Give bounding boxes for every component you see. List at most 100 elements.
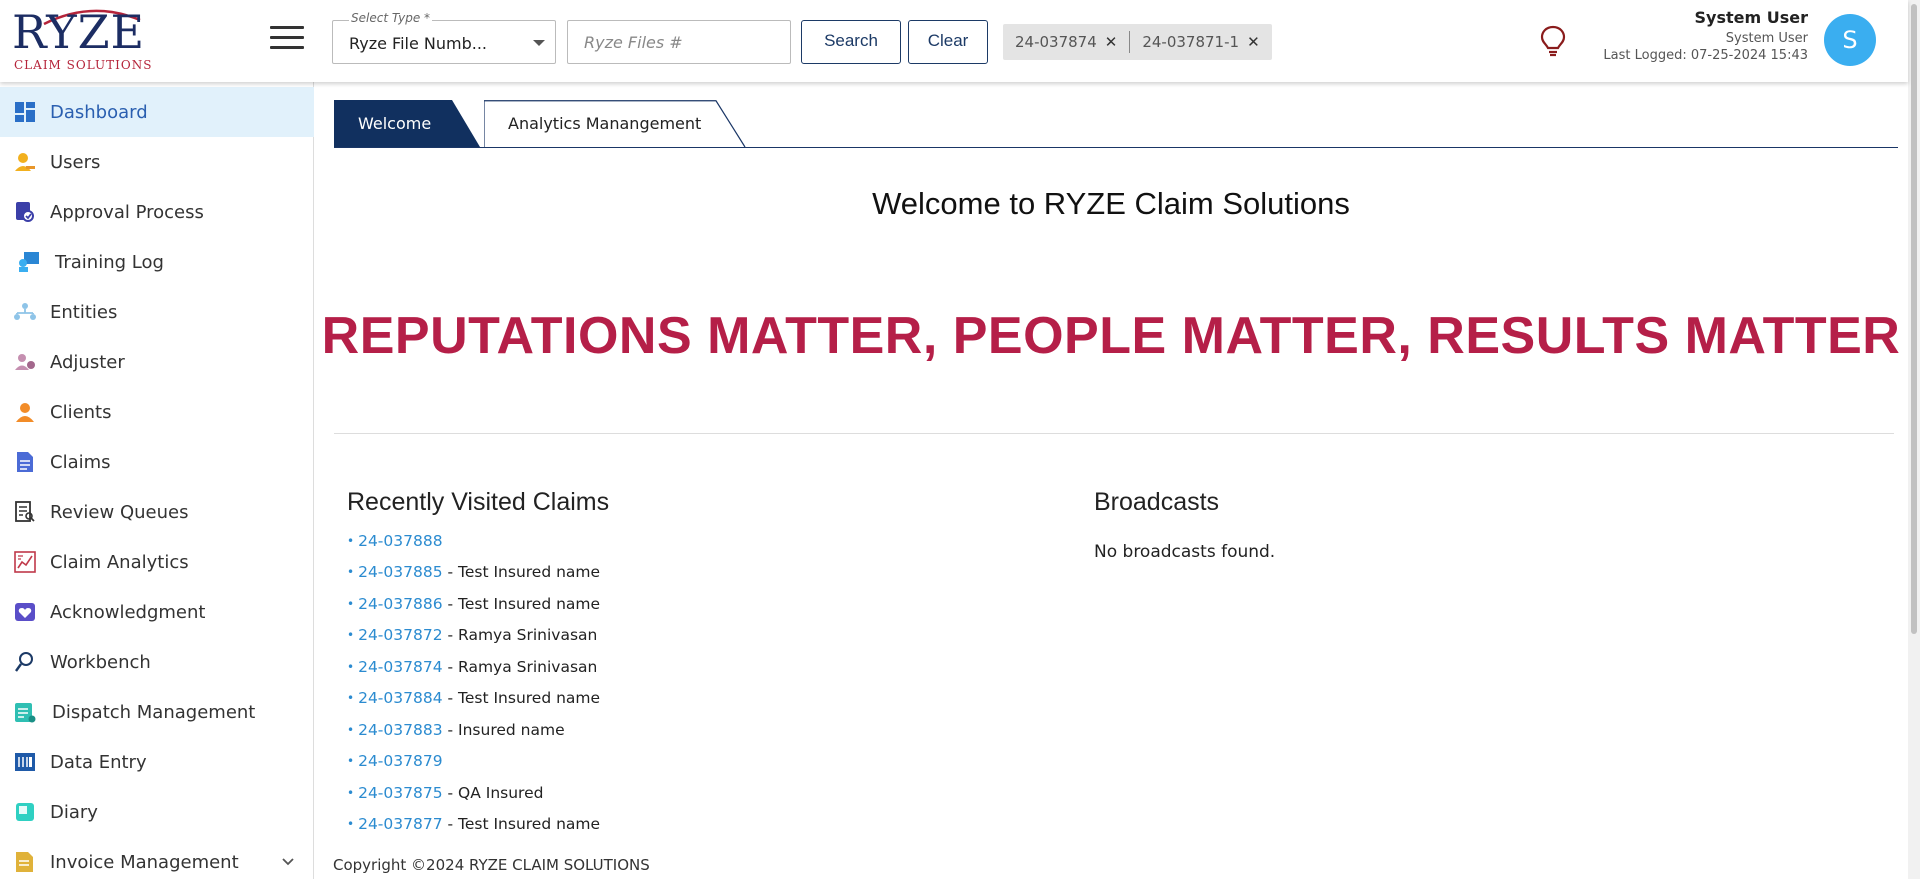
clients-icon (14, 401, 36, 423)
sidebar-item-workbench[interactable]: Workbench (0, 637, 314, 687)
claim-link[interactable]: 24-037885 (358, 563, 443, 581)
list-item: • 24-037875 - QA Insured (347, 783, 544, 802)
sidebar-item-claims[interactable]: Claims (0, 437, 314, 487)
section-divider (334, 433, 1894, 434)
insured-name: Ramya Srinivasan (458, 626, 598, 645)
claim-link[interactable]: 24-037884 (358, 689, 443, 707)
sidebar-item-label: Review Queues (50, 501, 189, 523)
broadcasts-empty-text: No broadcasts found. (1094, 542, 1276, 562)
page-title: Welcome to RYZE Claim Solutions (872, 186, 1350, 221)
sidebar-item-label: Clients (50, 401, 112, 423)
file-chip: 24-037874 ✕ (1015, 33, 1117, 51)
sidebar-item-label: Diary (50, 801, 98, 823)
ryze-logo[interactable]: RYZE CLAIM SOLUTIONS (12, 5, 151, 74)
sidebar-item-label: Approval Process (50, 201, 204, 223)
sidebar-item-label: Acknowledgment (50, 601, 206, 623)
data-entry-icon (14, 751, 36, 773)
claim-link[interactable]: 24-037879 (358, 752, 443, 770)
sidebar-item-label: Dispatch Management (52, 701, 256, 723)
claim-link[interactable]: 24-037886 (358, 595, 443, 613)
invoice-icon (14, 851, 36, 873)
menu-toggle-icon[interactable] (270, 26, 304, 52)
claim-link[interactable]: 24-037877 (358, 815, 443, 833)
analytics-icon (14, 551, 36, 573)
file-chip-label: 24-037874 (1015, 33, 1097, 51)
sidebar-item-clients[interactable]: Clients (0, 387, 314, 437)
logo-main-text: RYZE (12, 5, 146, 59)
sidebar-item-claim-analytics[interactable]: Claim Analytics (0, 537, 314, 587)
sidebar-item-dispatch-management[interactable]: Dispatch Management (0, 687, 314, 737)
top-header: RYZE CLAIM SOLUTIONS Select Type * Ryze … (0, 0, 1908, 82)
user-info: System User System User Last Logged: 07-… (1603, 8, 1808, 63)
search-button[interactable]: Search (801, 20, 901, 64)
sidebar-item-training-log[interactable]: Training Log (0, 237, 314, 287)
file-chip: 24-037871-1 ✕ (1142, 33, 1259, 51)
broadcasts-heading: Broadcasts (1094, 488, 1220, 516)
scrollbar-thumb[interactable] (1911, 4, 1917, 634)
list-item: • 24-037884 - Test Insured name (347, 689, 601, 708)
page-scrollbar[interactable] (1908, 0, 1920, 879)
sidebar-item-review-queues[interactable]: Review Queues (0, 487, 314, 537)
claim-link[interactable]: 24-037872 (358, 626, 443, 644)
claim-link[interactable]: 24-037875 (358, 784, 443, 802)
claim-link[interactable]: 24-037888 (358, 532, 443, 550)
sidebar-item-dashboard[interactable]: Dashboard (0, 87, 314, 137)
dashboard-icon (14, 101, 36, 123)
sidebar-item-label: Users (50, 151, 101, 173)
recent-claims-list: • 24-037888 • 24-037885 - Test Insured nam… (347, 525, 600, 840)
sidebar-item-adjuster[interactable]: Adjuster (0, 337, 314, 387)
review-icon (14, 501, 36, 523)
sidebar-item-diary[interactable]: Diary (0, 787, 314, 837)
caret-down-icon (533, 40, 545, 46)
tab-welcome[interactable]: Welcome (334, 100, 480, 147)
logo-sub-text: CLAIM SOLUTIONS (14, 58, 153, 72)
list-item: • 24-037888 (347, 531, 443, 550)
training-icon (18, 251, 40, 273)
sidebar-item-approval-process[interactable]: Approval Process (0, 187, 314, 237)
workbench-icon (14, 651, 36, 673)
last-logged: Last Logged: 07-25-2024 15:43 (1603, 48, 1808, 63)
claims-icon (14, 451, 36, 473)
adjuster-icon (14, 351, 36, 373)
ryze-files-input[interactable] (567, 20, 791, 64)
list-item: • 24-037885 - Test Insured name (347, 563, 601, 582)
approval-icon (14, 201, 36, 223)
list-item: • 24-037883 - Insured name (347, 720, 565, 739)
avatar[interactable]: S (1824, 14, 1876, 66)
list-item: • 24-037886 - Test Insured name (347, 594, 601, 613)
close-icon[interactable]: ✕ (1247, 33, 1260, 51)
insured-name: Test Insured name (458, 689, 601, 708)
recent-claims-heading: Recently Visited Claims (347, 488, 610, 516)
sidebar-item-label: Dashboard (50, 101, 148, 123)
tab-analytics-management[interactable]: Analytics Manangement (484, 100, 746, 148)
chevron-down-icon[interactable] (282, 854, 294, 870)
list-item: • 24-037872 - Ramya Srinivasan (347, 626, 598, 645)
claim-link[interactable]: 24-037883 (358, 721, 443, 739)
select-type-value: Ryze File Numb... (349, 34, 488, 53)
close-icon[interactable]: ✕ (1105, 33, 1118, 51)
sidebar-item-label: Workbench (50, 651, 151, 673)
sidebar-item-invoice-management[interactable]: Invoice Management (0, 837, 314, 879)
sidebar-item-label: Entities (50, 301, 118, 323)
user-name: System User (1694, 8, 1808, 27)
insured-name: Ramya Srinivasan (458, 657, 598, 676)
sidebar-item-label: Training Log (55, 251, 164, 273)
clear-button[interactable]: Clear (908, 20, 988, 64)
insured-name: Test Insured name (458, 594, 601, 613)
sidebar-item-users[interactable]: Users (0, 137, 314, 187)
lightbulb-icon[interactable] (1538, 24, 1568, 58)
sidebar-item-label: Data Entry (50, 751, 147, 773)
sidebar-item-data-entry[interactable]: Data Entry (0, 737, 314, 787)
diary-icon (14, 801, 36, 823)
selected-files-chips: 24-037874 ✕ 24-037871-1 ✕ (1003, 24, 1272, 60)
claim-link[interactable]: 24-037874 (358, 658, 443, 676)
users-icon (14, 151, 36, 173)
file-chip-label: 24-037871-1 (1142, 33, 1240, 51)
entities-icon (14, 301, 36, 323)
select-type-dropdown[interactable]: Select Type * Ryze File Numb... (332, 11, 556, 64)
tab-bar: Welcome Analytics Manangement (334, 100, 1898, 148)
acknowledgment-icon (14, 601, 36, 623)
sidebar-item-acknowledgment[interactable]: Acknowledgment (0, 587, 314, 637)
sidebar-item-entities[interactable]: Entities (0, 287, 314, 337)
tab-label: Analytics Manangement (508, 114, 702, 133)
